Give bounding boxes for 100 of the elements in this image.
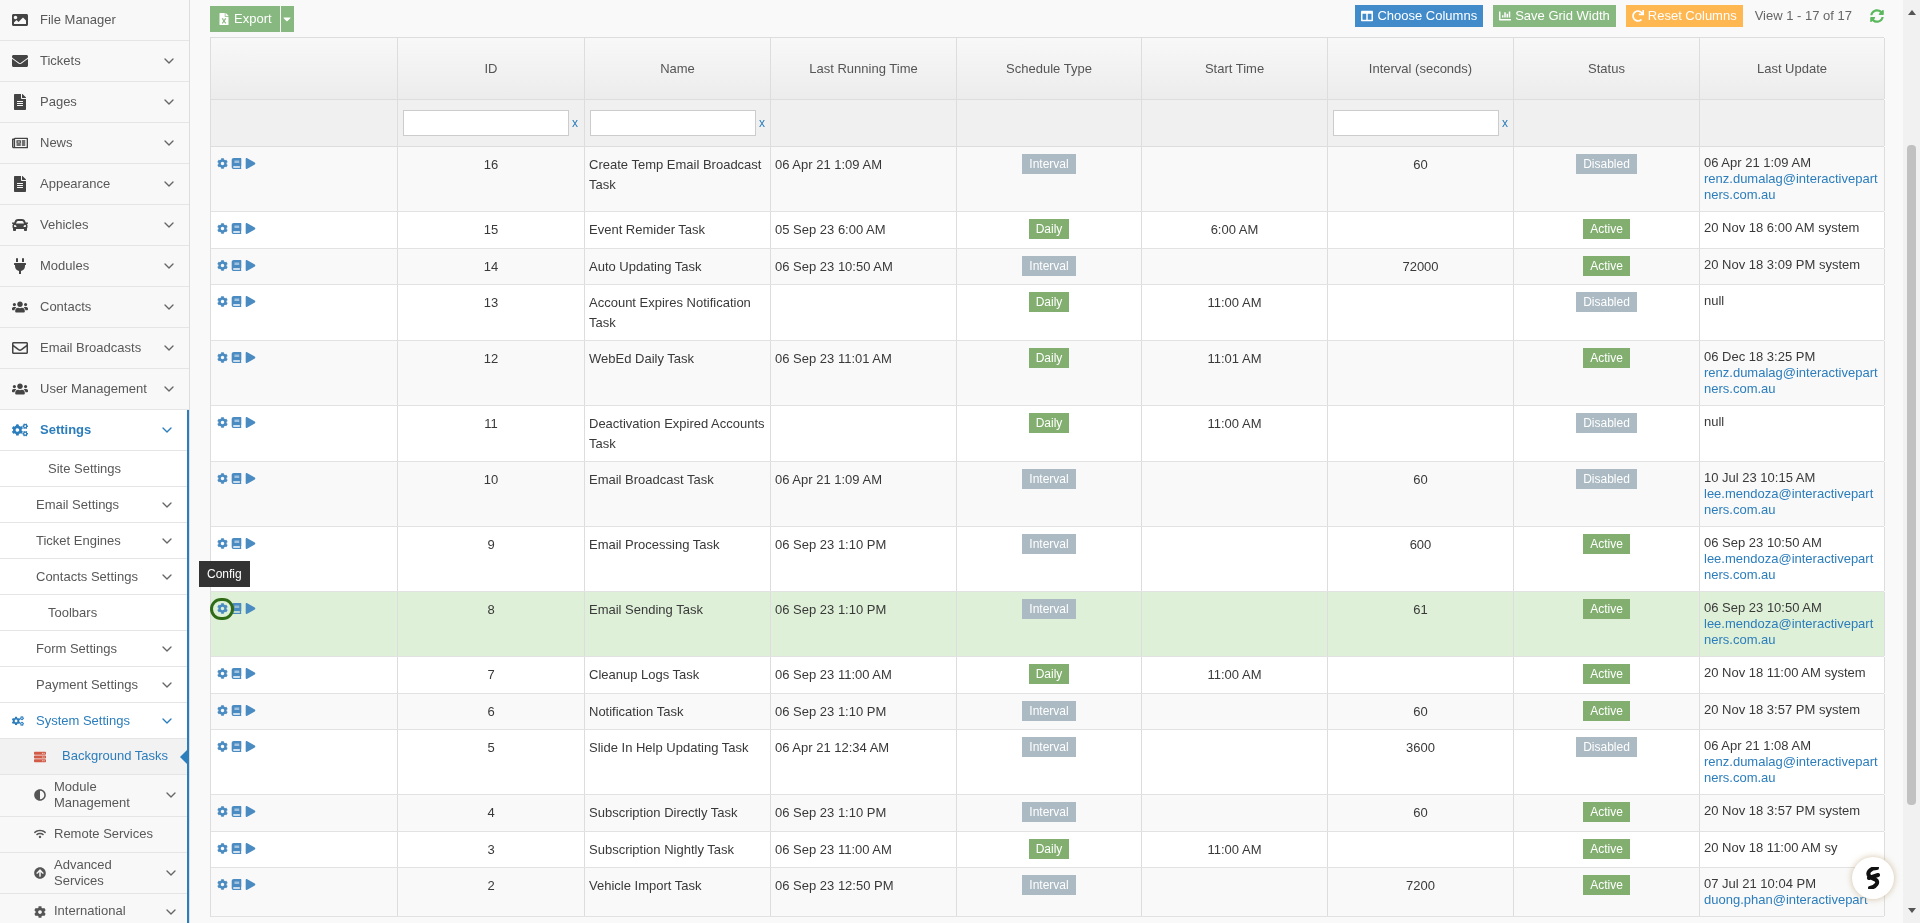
book-icon[interactable] xyxy=(231,741,242,752)
play-icon[interactable] xyxy=(245,259,256,271)
export-dropdown-button[interactable] xyxy=(280,6,294,32)
clear-filter-link[interactable]: x xyxy=(1502,114,1508,132)
clear-filter-link[interactable]: x xyxy=(759,114,765,132)
table-row[interactable]: 2 Vehicle Import Task 06 Sep 23 12:50 PM Interval 7200 Active 07 Jul 21 10:04 PM duong.phan@interactivepart xyxy=(211,868,1884,917)
book-icon[interactable] xyxy=(231,668,242,679)
book-icon[interactable] xyxy=(231,538,242,549)
user-email-link[interactable]: renz.dumalag@interactivepartners.com.au xyxy=(1704,365,1880,397)
table-row[interactable]: 14 Auto Updating Task 06 Sep 23 10:50 AM Interval 72000 Active 20 Nov 18 3:09 PM system xyxy=(211,248,1884,285)
settings-icon[interactable] xyxy=(217,352,228,363)
settings-icon[interactable] xyxy=(217,223,228,234)
user-email-link[interactable]: duong.phan@interactivepart xyxy=(1704,892,1880,908)
table-row[interactable]: 16 Create Temp Email Broadcast Task 06 Apr 21 1:09 AM Interval 60 Disabled 06 Apr 21 1:09 AM renz.dumalag@interactivepartners.com.au xyxy=(211,147,1884,212)
table-row[interactable]: 10 Email Broadcast Task 06 Apr 21 1:09 AM Interval 60 Disabled 10 Jul 23 10:15 AM lee.mendoza@interactivepartners.com.au xyxy=(211,462,1884,527)
play-icon[interactable] xyxy=(245,806,256,817)
column-header[interactable]: Status xyxy=(1588,58,1625,79)
book-icon[interactable] xyxy=(231,223,242,234)
filter-field[interactable] xyxy=(590,110,756,136)
book-icon[interactable] xyxy=(231,473,242,484)
settings-icon[interactable] xyxy=(217,296,228,307)
book-icon[interactable] xyxy=(231,296,242,307)
book-icon[interactable] xyxy=(231,704,242,716)
table-row[interactable]: 5 Slide In Help Updating Task 06 Apr 21 12:34 AM Interval 3600 Disabled 06 Apr 21 1:08 AM renz.dumalag@interactivepartners.com.au xyxy=(211,730,1884,795)
settings-icon[interactable] xyxy=(217,417,228,428)
table-row[interactable]: 8 Email Sending Task 06 Sep 23 1:10 PM Interval 61 Active 06 Sep 23 10:50 AM lee.mendoza@interactivepartners.com.au xyxy=(211,592,1884,657)
filter-field[interactable] xyxy=(1333,110,1499,136)
user-email-link[interactable]: lee.mendoza@interactivepartners.com.au xyxy=(1704,616,1880,648)
document-icon xyxy=(12,176,28,192)
table-row[interactable]: 4 Subscription Directly Task 06 Sep 23 1:10 PM Interval 60 Active 20 Nov 18 3:57 PM system xyxy=(211,795,1884,832)
table-cell: 06 Sep 23 1:10 PM xyxy=(775,805,887,820)
settings-icon[interactable] xyxy=(217,879,228,890)
column-header[interactable]: Schedule Type xyxy=(1006,58,1092,79)
submenu-item[interactable]: Payment Settings xyxy=(0,667,187,703)
play-icon[interactable] xyxy=(245,352,256,363)
book-icon[interactable] xyxy=(231,259,242,271)
user-email-link[interactable]: renz.dumalag@interactivepartners.com.au xyxy=(1704,754,1880,786)
table-row[interactable]: 11 Deactivation Expired Accounts Task Daily 11:00 AM Disabled null xyxy=(211,406,1884,462)
toolbar-button[interactable]: Choose Columns xyxy=(1355,5,1484,27)
play-icon[interactable] xyxy=(245,842,256,854)
scroll-down-icon[interactable] xyxy=(1907,908,1916,913)
settings-icon[interactable] xyxy=(217,842,228,854)
user-email-link[interactable]: lee.mendoza@interactivepartners.com.au xyxy=(1704,551,1880,583)
book-icon[interactable] xyxy=(231,879,242,890)
submenu-item[interactable]: Background Tasks xyxy=(0,739,187,775)
table-row[interactable]: 6 Notification Task 06 Sep 23 1:10 PM Interval 60 Active 20 Nov 18 3:57 PM system xyxy=(211,693,1884,730)
settings-icon[interactable] xyxy=(217,259,228,271)
user-email-link[interactable]: lee.mendoza@interactivepartners.com.au xyxy=(1704,486,1880,518)
scroll-up-icon[interactable] xyxy=(1907,10,1916,15)
settings-icon[interactable] xyxy=(217,158,228,169)
book-icon[interactable] xyxy=(231,842,242,854)
play-icon[interactable] xyxy=(245,473,256,484)
play-icon[interactable] xyxy=(245,417,256,428)
submenu-item[interactable]: Toolbars xyxy=(0,595,187,631)
book-icon[interactable] xyxy=(231,352,242,363)
play-icon[interactable] xyxy=(245,704,256,716)
settings-icon[interactable] xyxy=(217,704,228,716)
play-icon[interactable] xyxy=(245,296,256,307)
status-label: Disabled xyxy=(1576,154,1637,174)
scrollbar-thumb[interactable] xyxy=(1907,145,1916,805)
settings-icon[interactable] xyxy=(217,603,228,614)
book-icon[interactable] xyxy=(231,806,242,817)
table-row[interactable]: 15 Event Remider Task 05 Sep 23 6:00 AM Daily 6:00 AM Active 20 Nov 18 6:00 AM system xyxy=(211,212,1884,249)
submenu-item[interactable]: Form Settings xyxy=(0,631,187,667)
column-header[interactable]: ID xyxy=(484,58,498,79)
play-icon[interactable] xyxy=(245,223,256,234)
column-header[interactable]: Last Running Time xyxy=(809,58,918,79)
play-icon[interactable] xyxy=(245,538,256,549)
book-icon[interactable] xyxy=(231,603,242,614)
play-icon[interactable] xyxy=(245,158,256,169)
book-icon[interactable] xyxy=(231,417,242,428)
submenu-item[interactable]: System Settings xyxy=(0,703,187,739)
settings-icon[interactable] xyxy=(217,668,228,679)
sidebar-item[interactable]: Settings xyxy=(0,410,187,451)
play-icon[interactable] xyxy=(245,741,256,752)
table-row[interactable]: 3 Subscription Nightly Task 06 Sep 23 11:00 AM Daily 11:00 AM Active 20 Nov 18 11:00 AM sy xyxy=(211,831,1884,868)
settings-icon[interactable] xyxy=(217,473,228,484)
submenu-item[interactable]: Site Settings xyxy=(0,451,187,487)
submenu-item[interactable]: Email Settings xyxy=(0,487,187,523)
filter-field[interactable] xyxy=(403,110,569,136)
submenu-item[interactable]: Ticket Engines xyxy=(0,523,187,559)
clear-filter-link[interactable]: x xyxy=(572,114,578,132)
table-row[interactable]: 13 Account Expires Notification Task Daily 11:00 AM Disabled null xyxy=(211,285,1884,341)
book-icon[interactable] xyxy=(231,158,242,169)
column-header[interactable]: Name xyxy=(660,58,695,79)
submenu-item[interactable]: Contacts Settings xyxy=(0,559,187,595)
column-header[interactable]: Start Time xyxy=(1204,58,1265,79)
table-cell: 06 Sep 23 11:01 AM xyxy=(775,351,892,366)
user-email-link[interactable]: renz.dumalag@interactivepartners.com.au xyxy=(1704,171,1880,203)
play-icon[interactable] xyxy=(245,603,256,614)
table-row[interactable]: 12 WebEd Daily Task 06 Sep 23 11:01 AM Daily 11:01 AM Active 06 Dec 18 3:25 PM renz.dumalag@interactivepartners.com.au xyxy=(211,341,1884,406)
settings-icon[interactable] xyxy=(217,741,228,752)
column-header[interactable]: Interval (seconds) xyxy=(1368,58,1473,79)
column-header[interactable]: Last Update xyxy=(1756,58,1828,79)
table-row[interactable]: 7 Cleanup Logs Task 06 Sep 23 11:00 AM Daily 11:00 AM Active 20 Nov 18 11:00 AM system xyxy=(211,657,1884,694)
play-icon[interactable] xyxy=(245,879,256,890)
refresh-icon[interactable] xyxy=(1870,9,1884,23)
settings-icon[interactable] xyxy=(217,538,228,549)
settings-icon[interactable] xyxy=(217,806,228,817)
play-icon[interactable] xyxy=(245,668,256,679)
